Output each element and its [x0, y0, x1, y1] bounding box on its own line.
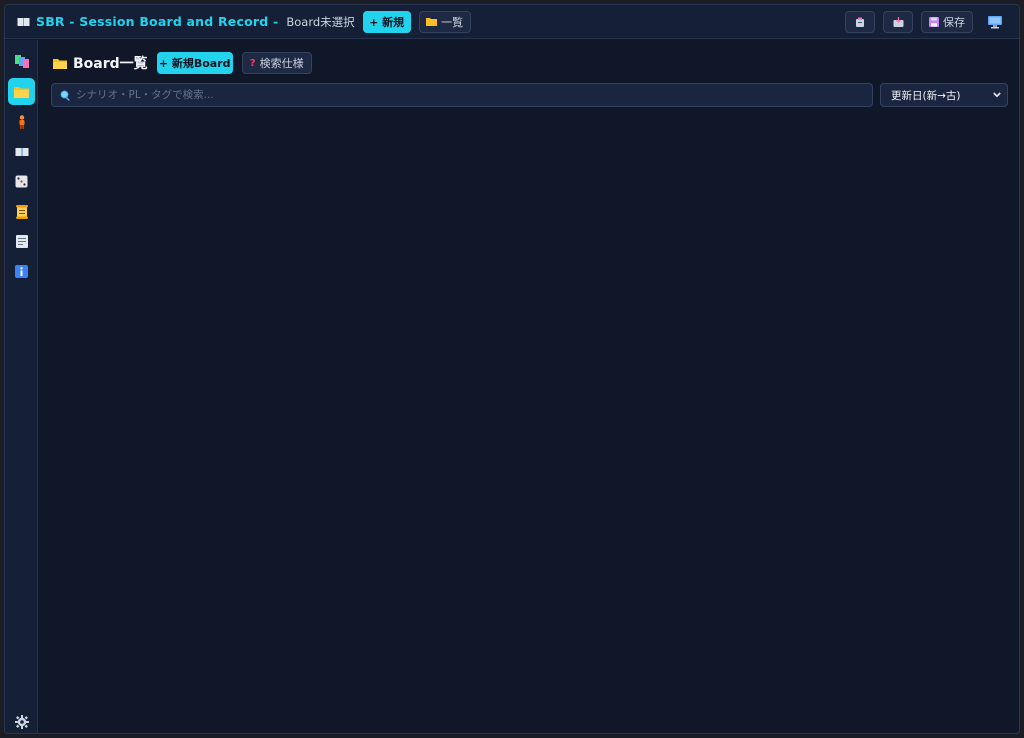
gear-icon — [14, 714, 29, 729]
scroll-icon — [15, 204, 28, 219]
sidebar-item-settings[interactable] — [8, 708, 35, 733]
new-button[interactable]: + 新規 — [362, 10, 411, 33]
monitor-icon[interactable] — [987, 14, 1003, 30]
list-button[interactable]: 一覧 — [418, 10, 471, 33]
dice-icon — [15, 175, 28, 188]
sidebar-item-records[interactable] — [8, 198, 35, 225]
search-spec-label: 検索仕様 — [259, 57, 304, 70]
inbox-import-icon — [893, 16, 904, 27]
sidebar-item-notes[interactable] — [8, 228, 35, 255]
sidebar-item-characters[interactable] — [8, 108, 35, 135]
boards-icon — [14, 55, 29, 68]
top-right-actions: 保存 — [837, 10, 1019, 33]
import-button[interactable] — [883, 10, 913, 33]
chevron-down-icon — [993, 92, 1001, 98]
sidebar-item-boards[interactable] — [8, 48, 35, 75]
person-icon — [18, 114, 26, 129]
clipboard-export-icon — [855, 17, 865, 27]
search-icon — [60, 90, 71, 101]
sidebar-item-board-list[interactable] — [8, 78, 35, 105]
save-button-label: 保存 — [943, 15, 965, 29]
save-button[interactable]: 保存 — [921, 10, 973, 33]
search-spec-button[interactable]: ? 検索仕様 — [241, 52, 312, 74]
board-status: Board未選択 — [286, 14, 355, 29]
memo-icon — [15, 235, 28, 248]
search-input[interactable] — [76, 89, 856, 101]
main-header: Board一覧 + 新規Board ? 検索仕様 — [53, 52, 312, 74]
top-bar: SBR - Session Board and Record - Board未選… — [5, 5, 1019, 39]
sidebar-item-dice[interactable] — [8, 168, 35, 195]
page-title: Board一覧 — [53, 53, 148, 73]
sidebar-item-scenarios[interactable] — [8, 138, 35, 165]
page-title-text: Board一覧 — [73, 56, 148, 72]
sidebar-item-info[interactable] — [8, 258, 35, 285]
floppy-disk-icon — [929, 16, 939, 27]
sort-select-value: 更新日(新→古) — [891, 89, 961, 102]
book-icon — [17, 17, 30, 27]
folder-icon — [14, 86, 29, 98]
folder-icon — [53, 58, 67, 69]
app-window: SBR - Session Board and Record - Board未選… — [4, 4, 1020, 734]
app-title: SBR - Session Board and Record - — [17, 14, 278, 29]
sidebar — [5, 40, 38, 733]
list-button-label: 一覧 — [441, 15, 464, 29]
main-content: Board一覧 + 新規Board ? 検索仕様 更新日(新→古) — [39, 40, 1019, 733]
info-icon — [15, 265, 28, 278]
question-icon: ? — [249, 57, 256, 69]
sort-select[interactable]: 更新日(新→古) — [880, 83, 1008, 107]
search-box — [51, 83, 873, 107]
app-title-text: SBR - Session Board and Record - — [36, 14, 279, 29]
open-book-icon — [15, 147, 29, 157]
new-board-button[interactable]: + 新規Board — [156, 52, 233, 74]
folder-icon — [426, 17, 438, 26]
export-button[interactable] — [845, 10, 875, 33]
